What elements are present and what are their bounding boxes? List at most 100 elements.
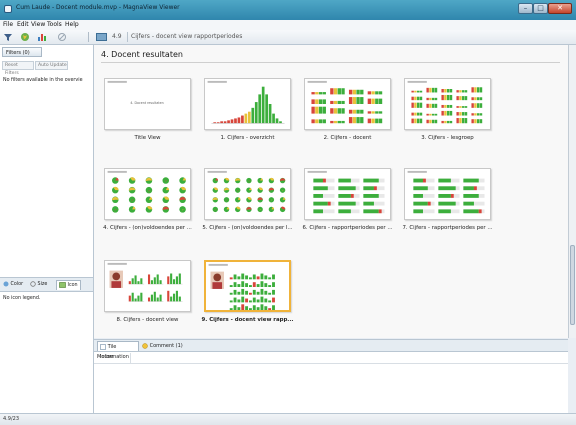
tab-size[interactable]: Size — [30, 280, 47, 290]
mini-bar — [237, 284, 241, 287]
auto-update-button[interactable]: Auto Update — [35, 61, 68, 70]
mini-bar — [348, 117, 353, 124]
mini-bar — [311, 92, 315, 95]
disabled-icon — [58, 33, 66, 41]
tab-icon[interactable]: Icon — [56, 280, 81, 290]
histogram-bar — [261, 86, 265, 124]
mini-bar — [360, 117, 364, 124]
histogram-bar — [272, 113, 275, 124]
mini-bar — [237, 307, 241, 310]
mini-bar — [414, 96, 417, 101]
view-tile[interactable] — [304, 78, 391, 130]
close-button[interactable]: ✕ — [548, 3, 572, 14]
mini-bar — [330, 108, 334, 114]
left-panel: Filters (0) Reset Filters Auto Update No… — [0, 45, 94, 413]
mini-bar — [419, 112, 423, 116]
mini-bar — [429, 97, 432, 101]
info-icon — [100, 343, 106, 350]
mini-bar — [462, 96, 465, 101]
mini-bar — [178, 296, 181, 302]
mini-bar — [378, 98, 383, 104]
mini-bar — [477, 97, 480, 101]
scrollbar-thumb[interactable] — [570, 245, 575, 325]
view-tile[interactable] — [204, 168, 291, 220]
mini-bar — [137, 281, 140, 285]
title-tile-text: 4. Docent resultaten — [130, 101, 163, 105]
mini-bar — [456, 96, 459, 101]
mini-bar — [462, 90, 465, 93]
mini-bar — [159, 280, 162, 285]
legend-tabs: Color Size Icon — [0, 277, 93, 292]
mini-bar — [156, 297, 159, 302]
menu-edit[interactable]: Edit — [17, 21, 29, 28]
mini-bar — [429, 113, 432, 116]
view-tile[interactable] — [104, 260, 191, 312]
menu-help[interactable]: Help — [65, 21, 79, 28]
mini-bar — [333, 100, 338, 104]
tab-tile-information[interactable]: Tile information — [97, 341, 139, 360]
title-bar[interactable]: Cum Laude - Docent module.mvp - MagnaVie… — [0, 0, 576, 20]
mini-bar — [241, 273, 245, 280]
tab-size-label: Size — [37, 282, 48, 287]
filters-tab[interactable]: Filters (0) — [2, 47, 42, 57]
view-tile[interactable] — [204, 260, 291, 312]
tile-header-line — [107, 170, 127, 173]
globe-icon[interactable] — [20, 32, 30, 42]
vertical-scrollbar[interactable] — [568, 45, 576, 338]
view-tile[interactable] — [404, 168, 491, 220]
mini-bar — [337, 120, 341, 124]
mini-bar — [322, 99, 326, 104]
minimize-button[interactable]: – — [518, 3, 533, 14]
mini-bar — [248, 308, 252, 310]
view-tile[interactable] — [204, 78, 291, 130]
mini-bar — [477, 103, 480, 108]
mini-bar — [233, 305, 237, 310]
bar-fill — [413, 201, 428, 206]
histogram-bar — [265, 94, 268, 124]
tab-color[interactable]: Color — [3, 280, 23, 290]
mini-bar — [264, 306, 268, 310]
mini-bar — [268, 285, 272, 287]
view-tile[interactable] — [104, 168, 191, 220]
mini-bar — [367, 111, 372, 114]
mini-bar — [441, 120, 444, 124]
mini-bar — [419, 96, 423, 101]
mini-bar — [128, 295, 131, 302]
bar-fill — [313, 194, 323, 198]
mini-bar — [417, 90, 420, 93]
mini-bar — [367, 91, 372, 95]
mini-bar — [268, 292, 272, 295]
mini-bar — [248, 292, 252, 295]
tab-comment-label: Comment (1) — [149, 343, 183, 349]
view-tile[interactable] — [404, 78, 491, 130]
tab-icon-label: Icon — [67, 283, 78, 288]
tile-header-line — [307, 170, 327, 173]
mini-bar — [153, 291, 156, 302]
bar-fill — [463, 209, 479, 214]
mini-bar — [333, 120, 338, 124]
mini-bar — [462, 112, 465, 116]
comment-icon — [142, 342, 148, 349]
menu-file[interactable]: File — [3, 21, 13, 28]
view-tile[interactable]: 4. Docent resultaten — [104, 78, 191, 130]
reset-filters-button[interactable]: Reset Filters — [2, 61, 34, 76]
bar-fill — [463, 178, 479, 183]
menu-view[interactable]: View — [31, 21, 45, 28]
mini-bar — [315, 92, 319, 95]
filter-icon[interactable] — [3, 32, 13, 42]
chart-icon[interactable] — [37, 32, 47, 42]
menu-tools[interactable]: Tools — [47, 21, 62, 28]
mini-bar — [260, 304, 264, 310]
tab-comment[interactable]: Comment (1) — [142, 341, 183, 351]
view-icon[interactable] — [96, 33, 107, 41]
mini-bar — [432, 119, 435, 124]
bar-fill — [463, 194, 479, 198]
view-tile[interactable] — [304, 168, 391, 220]
maximize-button[interactable]: □ — [533, 3, 548, 14]
histogram-bar — [247, 111, 251, 124]
histogram-bar — [241, 115, 244, 124]
mini-bar — [318, 106, 323, 114]
bar-fill — [363, 201, 374, 206]
bar-fill — [473, 186, 477, 191]
mini-bar — [471, 103, 474, 108]
